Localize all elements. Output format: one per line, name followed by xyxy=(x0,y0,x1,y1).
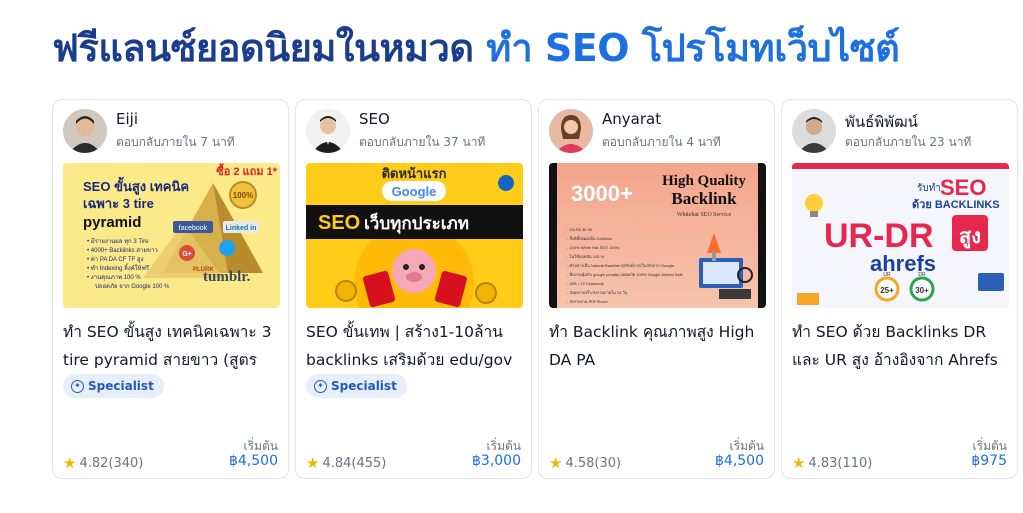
linkedin-icon: Linked in xyxy=(226,225,257,232)
thumb-list-item: - URL / 10 Keywords xyxy=(567,281,604,286)
thumb-small-text: รับทำ xyxy=(917,183,941,194)
avatar[interactable] xyxy=(549,109,593,153)
thumb-list-item: - ไม่ใช้บอทปั่น 100 % xyxy=(567,254,605,259)
thumb-list-item: - ส่งผลรวดเร็ว/ส่งงานภายใน 14 วัน xyxy=(567,289,628,295)
specialist-badge: ✦ Specialist xyxy=(306,374,407,398)
price: ฿3,000 xyxy=(472,453,521,469)
thumb-seo: SEO xyxy=(940,175,986,200)
rating-value: 4.82(340) xyxy=(79,455,144,471)
gig-card[interactable]: SEO ตอบกลับภายใน 37 นาที ติดหน้าแรก Goog… xyxy=(295,99,532,479)
rating-value: 4.83(110) xyxy=(808,455,873,471)
thumb-sung: สูง xyxy=(959,226,981,250)
price: ฿4,500 xyxy=(229,453,278,469)
seal-100-icon: 100% xyxy=(233,191,253,200)
specialist-icon: ✦ xyxy=(314,379,327,393)
thumb-big-number: 3000+ xyxy=(571,181,633,206)
thumb-backlink: Backlink xyxy=(671,189,737,208)
thumb-top-text: ติดหน้าแรก xyxy=(382,166,447,181)
gig-card[interactable]: พันธ์พิพัฒน์ ตอบกลับภายใน 23 นาที รับทำ … xyxy=(781,99,1018,479)
facebook-icon: facebook xyxy=(179,225,208,232)
seller-name[interactable]: SEO xyxy=(359,110,390,128)
banner-text: เว็บทุกประเภท xyxy=(364,211,469,234)
response-time: ตอบกลับภายใน 37 นาที xyxy=(359,135,486,149)
seller-name[interactable]: Eiji xyxy=(116,110,138,128)
gig-title[interactable]: SEO ขั้นเทพ | สร้าง1-10ล้าน backlinks เส… xyxy=(306,318,526,374)
promo-text: ซื้อ 2 แถม 1* xyxy=(216,163,277,178)
response-time: ตอบกลับภายใน 7 นาที xyxy=(116,135,235,149)
thumb-list-item: - ส่งรายงาน PDF/Excel xyxy=(567,299,608,304)
thumb-line: pyramid xyxy=(83,214,141,231)
thumb-bullet: • มีรายงานผล ทุก 3 Tire xyxy=(87,237,149,245)
badge-label: Specialist xyxy=(331,379,397,393)
gig-card[interactable]: Eiji ตอบกลับภายใน 7 นาที ซื้อ 2 แถม 1* S… xyxy=(52,99,289,479)
gig-thumbnail[interactable]: ติดหน้าแรก Google SEO เว็บทุกประเภท xyxy=(306,163,523,308)
thumb-list-item: - ลิ้งค์ทั้งหมดเป็น Dofollow xyxy=(567,234,612,241)
star-icon: ★ xyxy=(792,454,806,472)
rating: ★ 4.82(340) xyxy=(63,454,143,472)
thumb-sub: Whitehat SEO Service xyxy=(677,212,732,218)
thumb-bullet: • งานคุณภาพ 100 % xyxy=(87,274,141,281)
thumb-hq: High Quality xyxy=(662,173,746,189)
specialist-icon: ✦ xyxy=(71,379,84,393)
seller-name[interactable]: Anyarat xyxy=(602,110,661,128)
thumb-list-item: - ทำอย่างเป็น Natural Backlink ทุกลิงค์จ… xyxy=(567,262,675,269)
avatar[interactable] xyxy=(792,109,836,153)
dr-value: 30+ xyxy=(915,286,929,295)
freelancer-cards: Eiji ตอบกลับภายใน 7 นาที ซื้อ 2 แถม 1* S… xyxy=(52,99,1018,479)
tumblr-icon: tumblr. xyxy=(203,269,251,285)
specialist-badge: ✦ Specialist xyxy=(63,374,164,398)
google-logo: Google xyxy=(392,184,437,199)
gig-thumbnail[interactable]: รับทำ SEO ด้วย BACKLINKS UR-DR สูง ahref… xyxy=(792,163,1009,308)
gig-title[interactable]: ทำ Backlink คุณภาพสูง High DA PA xyxy=(549,318,769,374)
ahrefs-logo: ahrefs xyxy=(870,251,936,276)
heading-category-link[interactable]: ทำ SEO โปรโมทเว็บไซต์ xyxy=(486,26,899,70)
dr-label: DR xyxy=(918,272,926,278)
thumb-urdr: UR-DR xyxy=(824,217,934,255)
thumb-with-backlinks: ด้วย BACKLINKS xyxy=(912,198,1000,211)
gig-thumbnail[interactable]: ซื้อ 2 แถม 1* SEO ขั้นสูง เทคนิค เฉพาะ 3… xyxy=(63,163,280,308)
gplus-icon: G+ xyxy=(182,251,192,258)
avatar[interactable] xyxy=(63,109,107,153)
heading-main: ฟรีแลนซ์ยอดนิยมในหมวด xyxy=(52,26,474,70)
banner-seo: SEO xyxy=(318,212,360,234)
thumb-bullet: • 4000+ Backlinks สายขาว xyxy=(87,247,158,254)
badge-label: Specialist xyxy=(88,379,154,393)
seller-name[interactable]: พันธ์พิพัฒน์ xyxy=(845,110,918,134)
thumb-line: เฉพาะ 3 tire xyxy=(83,196,154,211)
gig-card[interactable]: Anyarat ตอบกลับภายใน 4 นาที 3000+ High Q… xyxy=(538,99,775,479)
rating-value: 4.84(455) xyxy=(322,455,387,471)
ur-value: 25+ xyxy=(880,286,894,295)
gig-thumbnail[interactable]: 3000+ High Quality Backlink Whitehat SEO… xyxy=(549,163,766,308)
section-heading: ฟรีแลนซ์ยอดนิยมในหมวด ทำ SEO โปรโมทเว็บไ… xyxy=(52,26,900,72)
rating: ★ 4.83(110) xyxy=(792,454,872,472)
ur-label: UR xyxy=(883,272,891,278)
star-icon: ★ xyxy=(63,454,77,472)
star-icon: ★ xyxy=(306,454,320,472)
gig-title[interactable]: ทำ SEO ด้วย Backlinks DR และ UR สูง อ้าง… xyxy=(792,318,1012,374)
thumb-bullet: ปลอดภัย จาก Google 100 % xyxy=(95,283,170,290)
rating: ★ 4.58(30) xyxy=(549,454,621,472)
thumb-bullet: • ค่า PA DA CF TF สูง xyxy=(87,256,144,263)
response-time: ตอบกลับภายใน 23 นาที xyxy=(845,135,972,149)
rating: ★ 4.84(455) xyxy=(306,454,386,472)
price: ฿4,500 xyxy=(715,453,764,469)
rating-value: 4.58(30) xyxy=(565,455,622,471)
gig-title[interactable]: ทำ SEO ขั้นสูง เทคนิคเฉพาะ 3 tire pyrami… xyxy=(63,318,283,374)
response-time: ตอบกลับภายใน 4 นาที xyxy=(602,135,721,149)
thumb-list-item: - DA PA 30-90 xyxy=(567,227,593,232)
star-icon: ★ xyxy=(549,454,563,472)
avatar[interactable] xyxy=(306,109,350,153)
thumb-list-item: - 100% White Hat SEO 100% xyxy=(567,245,620,250)
thumb-line: SEO ขั้นสูง เทคนิค xyxy=(83,176,189,195)
price: ฿975 xyxy=(971,453,1007,469)
